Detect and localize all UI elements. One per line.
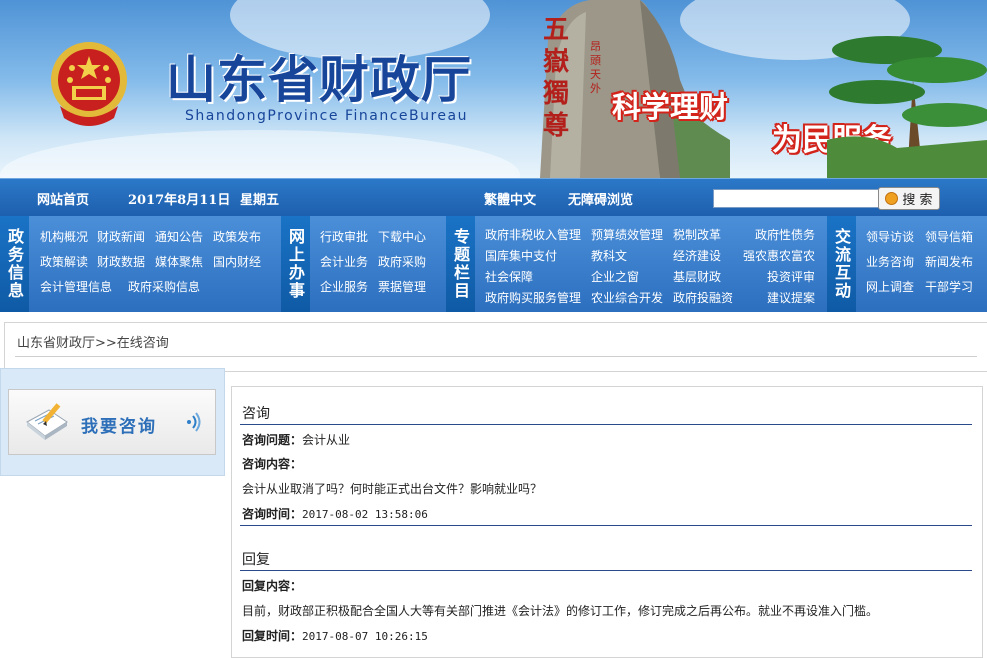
menu-section-gov-info: 政务信息 xyxy=(0,216,29,312)
menu-item[interactable]: 新闻发布 xyxy=(925,253,973,270)
menu-item[interactable]: 投资评审 xyxy=(767,268,815,285)
signal-wave-icon xyxy=(187,412,201,432)
menu-item[interactable]: 强农惠农富农 xyxy=(743,247,815,264)
slogan-science-finance: 科学理财 xyxy=(612,90,729,124)
menu-item[interactable]: 预算绩效管理 xyxy=(591,226,663,243)
menu-item[interactable]: 会计管理信息 xyxy=(40,278,112,295)
menu-item[interactable]: 会计业务 xyxy=(320,253,368,270)
menu-item[interactable]: 媒体聚焦 xyxy=(155,253,203,270)
menu-section-interaction: 交流互动 xyxy=(827,216,856,312)
menu-item[interactable]: 政府性债务 xyxy=(755,226,815,243)
consult-content-row: 咨询内容： xyxy=(242,455,302,472)
menu-item[interactable]: 政府购买服务管理 xyxy=(485,289,581,306)
menu-item[interactable]: 票据管理 xyxy=(378,278,426,295)
rock-inscription: 五嶽獨尊 xyxy=(543,15,570,141)
menu-item[interactable]: 经济建设 xyxy=(673,247,721,264)
breadcrumb[interactable]: 山东省财政厅>>在线咨询 xyxy=(17,332,169,351)
menu-item[interactable]: 基层财政 xyxy=(673,268,721,285)
menu-item[interactable]: 干部学习 xyxy=(925,278,973,295)
reply-section-title: 回复 xyxy=(242,552,270,568)
consult-detail-panel: 咨询 咨询问题：会计从业 咨询内容： 会计从业取消了吗？何时能正式出台文件？影响… xyxy=(231,386,983,658)
menu-item[interactable]: 国内财经 xyxy=(213,253,261,270)
menu-item[interactable]: 社会保障 xyxy=(485,268,533,285)
menu-item[interactable]: 财政数据 xyxy=(97,253,145,270)
menu-item[interactable]: 政府非税收入管理 xyxy=(485,226,581,243)
rock-inscription-small: 昂頭天外 xyxy=(590,40,601,95)
menu-section-online-service: 网上办事 xyxy=(281,216,310,312)
search-input[interactable] xyxy=(713,189,881,208)
consult-content-label: 咨询内容： xyxy=(242,457,303,471)
nav-accessible-link[interactable]: 无障碍浏览 xyxy=(568,189,633,208)
reply-content-label: 回复内容： xyxy=(242,579,303,593)
breadcrumb-box: 山东省财政厅>>在线咨询 xyxy=(4,322,987,372)
menu-item[interactable]: 业务咨询 xyxy=(866,253,914,270)
reply-time-row: 回复时间：2017-08-07 10:26:15 xyxy=(242,627,428,644)
menu-item[interactable]: 机构概况 xyxy=(40,228,88,245)
divider xyxy=(240,570,972,571)
cloud-decoration xyxy=(0,130,520,178)
divider xyxy=(15,356,977,357)
consult-time-value: 2017-08-02 13:58:06 xyxy=(302,508,428,521)
menu-item[interactable]: 教科文 xyxy=(591,247,627,264)
site-title: 山东省财政厅 xyxy=(166,50,472,109)
reply-time-value: 2017-08-07 10:26:15 xyxy=(302,630,428,643)
main-menu: 政务信息 机构概况 财政新闻 通知公告 政策发布 政策解读 财政数据 媒体聚焦 … xyxy=(0,216,987,312)
menu-item[interactable]: 政策解读 xyxy=(40,253,88,270)
menu-item[interactable]: 税制改革 xyxy=(673,226,721,243)
divider xyxy=(240,525,972,526)
menu-item[interactable]: 下载中心 xyxy=(378,228,426,245)
site-subtitle: ShandongProvince FinanceBureau xyxy=(185,108,468,124)
ask-question-label: 我要咨询 xyxy=(81,417,157,437)
menu-item[interactable]: 行政审批 xyxy=(320,228,368,245)
search-icon xyxy=(885,192,899,205)
menu-item[interactable]: 农业综合开发 xyxy=(591,289,663,306)
nav-weekday: 星期五 xyxy=(240,193,280,208)
consult-section-title: 咨询 xyxy=(242,406,270,422)
reply-time-label: 回复时间： xyxy=(242,629,303,643)
menu-item[interactable]: 网上调查 xyxy=(866,278,914,295)
divider xyxy=(240,424,972,425)
menu-item[interactable]: 通知公告 xyxy=(155,228,203,245)
reply-content-text: 目前，财政部正积极配合全国人大等有关部门推进《会计法》的修订工作，修订完成之后再… xyxy=(242,604,879,618)
nav-date: 2017年8月11日 xyxy=(128,193,231,208)
search-button-label: 搜 索 xyxy=(902,193,933,208)
menu-item[interactable]: 国库集中支付 xyxy=(485,247,557,264)
notepad-pen-icon xyxy=(26,403,68,440)
menu-item[interactable]: 企业之窗 xyxy=(591,268,639,285)
consult-question-value: 会计从业 xyxy=(302,433,351,447)
national-emblem-icon xyxy=(51,42,127,126)
sidebar: 我要咨询 xyxy=(0,368,225,476)
menu-item[interactable]: 建议提案 xyxy=(767,289,815,306)
menu-item[interactable]: 财政新闻 xyxy=(97,228,145,245)
nav-traditional-link[interactable]: 繁體中文 xyxy=(484,189,536,208)
search-button[interactable]: 搜 索 xyxy=(878,187,940,210)
menu-item[interactable]: 政策发布 xyxy=(213,228,261,245)
menu-item[interactable]: 政府采购 xyxy=(378,253,426,270)
nav-home-link[interactable]: 网站首页 xyxy=(37,189,89,208)
menu-item[interactable]: 政府投融资 xyxy=(673,289,733,306)
site-banner: 山东省财政厅 ShandongProvince FinanceBureau 五嶽… xyxy=(0,0,987,178)
menu-item[interactable]: 领导信箱 xyxy=(925,228,973,245)
consult-time-row: 咨询时间：2017-08-02 13:58:06 xyxy=(242,505,428,522)
consult-question-row: 咨询问题：会计从业 xyxy=(242,431,350,448)
reply-content-row: 回复内容： xyxy=(242,577,302,594)
menu-item[interactable]: 企业服务 xyxy=(320,278,368,295)
consult-question-label: 咨询问题： xyxy=(242,433,303,447)
menu-section-special-topics: 专题栏目 xyxy=(446,216,475,312)
ask-question-button[interactable]: 我要咨询 xyxy=(8,389,216,455)
menu-item[interactable]: 领导访谈 xyxy=(866,228,914,245)
consult-content-text: 会计从业取消了吗？何时能正式出台文件？影响就业吗？ xyxy=(242,482,543,496)
menu-item[interactable]: 政府采购信息 xyxy=(128,278,200,295)
pine-tree-image xyxy=(827,36,987,178)
consult-time-label: 咨询时间： xyxy=(242,507,303,521)
